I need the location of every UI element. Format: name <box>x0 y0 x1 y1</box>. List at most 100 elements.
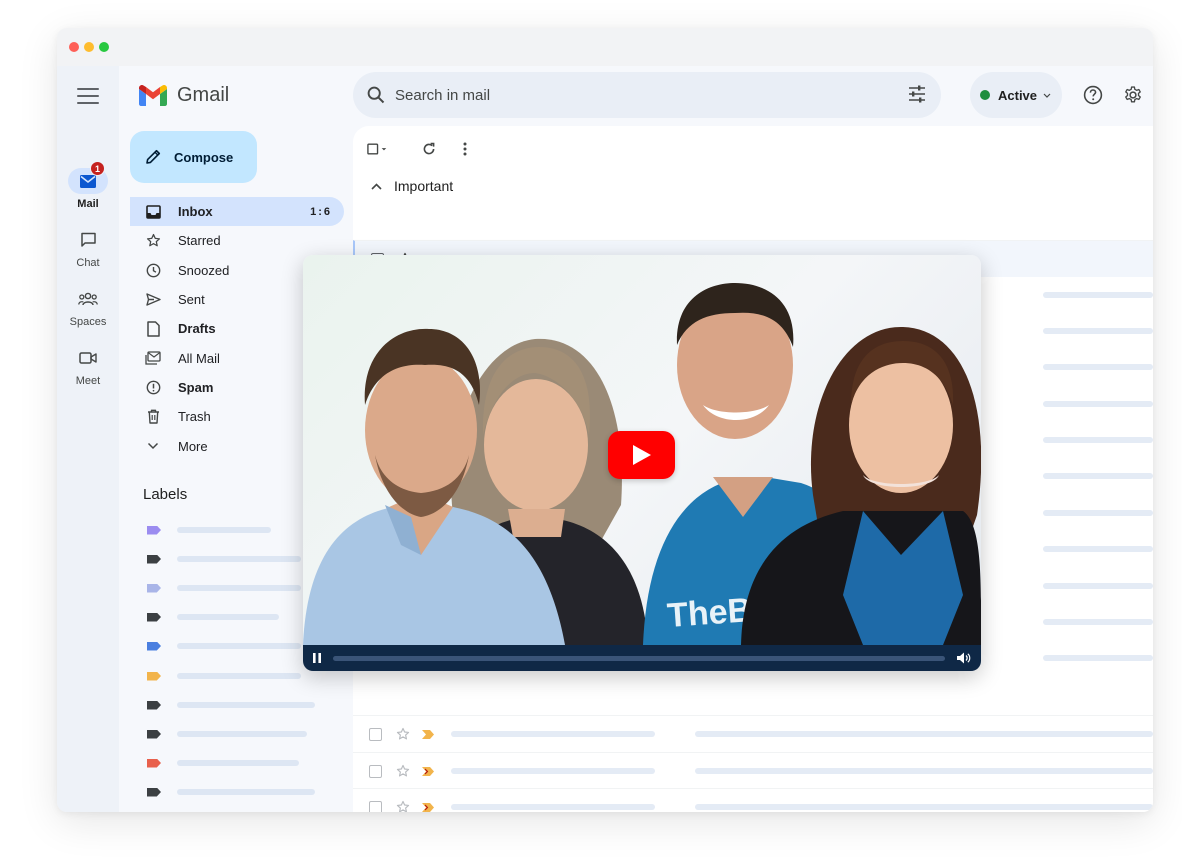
label-item[interactable] <box>147 640 327 652</box>
brand-name: Gmail <box>177 84 230 106</box>
rail-item-spaces[interactable]: Spaces <box>57 286 119 328</box>
important-marker-icon[interactable] <box>422 729 434 739</box>
nav-label-all-mail: All Mail <box>178 350 220 366</box>
rail-item-meet[interactable]: Meet <box>57 345 119 387</box>
nav-label-inbox: Inbox <box>178 204 213 220</box>
mail-badge: 1 <box>90 161 105 176</box>
nav-label-sent: Sent <box>178 292 205 308</box>
nav-item-inbox[interactable]: Inbox 1:6 <box>130 197 344 227</box>
help-icon[interactable] <box>1082 84 1104 106</box>
star-icon[interactable] <box>396 800 410 812</box>
minimize-window-button[interactable] <box>84 42 94 52</box>
rail-label-mail: Mail <box>77 198 99 210</box>
row-checkbox[interactable] <box>369 800 382 812</box>
chat-icon <box>80 232 96 247</box>
email-row[interactable] <box>353 715 1153 752</box>
important-marker-icon[interactable] <box>422 766 434 776</box>
compose-label: Compose <box>174 149 234 165</box>
label-item[interactable] <box>147 524 327 536</box>
tune-icon[interactable] <box>907 84 927 104</box>
rail-label-chat: Chat <box>76 257 100 269</box>
label-tag-icon <box>147 583 161 593</box>
star-icon[interactable] <box>396 764 410 778</box>
chevron-down-icon <box>147 442 159 450</box>
section-title: Important <box>394 178 454 194</box>
main-menu-icon[interactable] <box>77 88 99 104</box>
label-item[interactable] <box>147 699 327 711</box>
checkbox-icon <box>367 143 387 155</box>
labels-heading: Labels <box>143 486 188 503</box>
nav-label-more: More <box>178 438 208 454</box>
label-tag-icon <box>147 554 161 564</box>
inbox-count: 1:6 <box>310 205 332 218</box>
label-tag-icon <box>147 671 161 681</box>
nav-item-starred[interactable]: Starred <box>130 226 344 255</box>
search-icon <box>367 86 385 104</box>
label-tag-icon <box>147 729 161 739</box>
rail-item-chat[interactable]: Chat <box>57 227 119 269</box>
more-vert-icon[interactable] <box>454 138 476 160</box>
label-item[interactable] <box>147 786 327 798</box>
row-checkbox[interactable] <box>369 764 382 778</box>
search-bar[interactable]: Search in mail <box>353 72 941 118</box>
row-checkbox[interactable] <box>369 727 382 741</box>
important-section-header[interactable]: Important <box>371 178 453 194</box>
important-marker-icon[interactable] <box>422 802 434 812</box>
nav-label-spam: Spam <box>178 379 214 395</box>
star-icon[interactable] <box>396 727 410 741</box>
compose-button[interactable]: Compose <box>130 131 257 183</box>
draft-icon <box>146 321 160 337</box>
star-icon <box>146 234 160 247</box>
send-icon <box>145 293 161 306</box>
title-bar <box>57 28 1153 66</box>
label-tag-icon <box>147 641 161 651</box>
label-tag-icon <box>147 758 161 768</box>
video-controls <box>303 645 981 671</box>
label-item[interactable] <box>147 553 327 565</box>
chevron-down-icon <box>1043 93 1051 98</box>
inbox-icon <box>145 204 161 219</box>
play-icon <box>632 445 651 465</box>
nav-label-trash: Trash <box>178 409 211 425</box>
refresh-icon[interactable] <box>418 138 440 160</box>
volume-icon[interactable] <box>957 652 971 664</box>
nav-label-starred: Starred <box>178 233 221 249</box>
gmail-brand[interactable]: Gmail <box>139 84 229 107</box>
video-progress-bar[interactable] <box>333 655 945 661</box>
label-item[interactable] <box>147 757 327 769</box>
spaces-icon <box>78 292 98 306</box>
rail-label-spaces: Spaces <box>69 316 107 328</box>
email-row[interactable] <box>353 788 1153 812</box>
label-item[interactable] <box>147 728 327 740</box>
label-item[interactable] <box>147 611 327 623</box>
trash-icon <box>147 409 159 424</box>
status-dot <box>980 90 990 100</box>
nav-label-snoozed: Snoozed <box>178 262 230 278</box>
status-selector[interactable]: Active <box>970 72 1062 118</box>
meet-icon <box>79 352 97 364</box>
gmail-logo <box>139 85 167 106</box>
mail-icon <box>80 174 96 188</box>
pause-icon[interactable] <box>313 653 321 663</box>
pencil-icon <box>146 149 161 164</box>
gear-icon[interactable] <box>1122 84 1144 106</box>
email-row[interactable] <box>353 752 1153 789</box>
all-mail-icon <box>145 351 161 365</box>
spam-icon <box>146 380 160 395</box>
play-button[interactable] <box>608 431 675 479</box>
status-label: Active <box>998 87 1038 103</box>
label-tag-icon <box>147 787 161 797</box>
select-all-checkbox[interactable] <box>367 138 389 160</box>
label-tag-icon <box>147 525 161 535</box>
label-item[interactable] <box>147 670 327 682</box>
chevron-up-icon <box>371 182 382 190</box>
label-item[interactable] <box>147 582 327 594</box>
search-input[interactable]: Search in mail <box>395 87 490 104</box>
label-tag-icon <box>147 700 161 710</box>
zoom-window-button[interactable] <box>99 42 109 52</box>
app-rail: 1 Mail Chat Spaces Meet <box>57 66 119 812</box>
clock-icon <box>146 263 160 278</box>
rail-item-mail[interactable]: 1 Mail <box>57 161 119 210</box>
video-player[interactable]: TheBa <box>303 255 981 671</box>
close-window-button[interactable] <box>69 42 79 52</box>
